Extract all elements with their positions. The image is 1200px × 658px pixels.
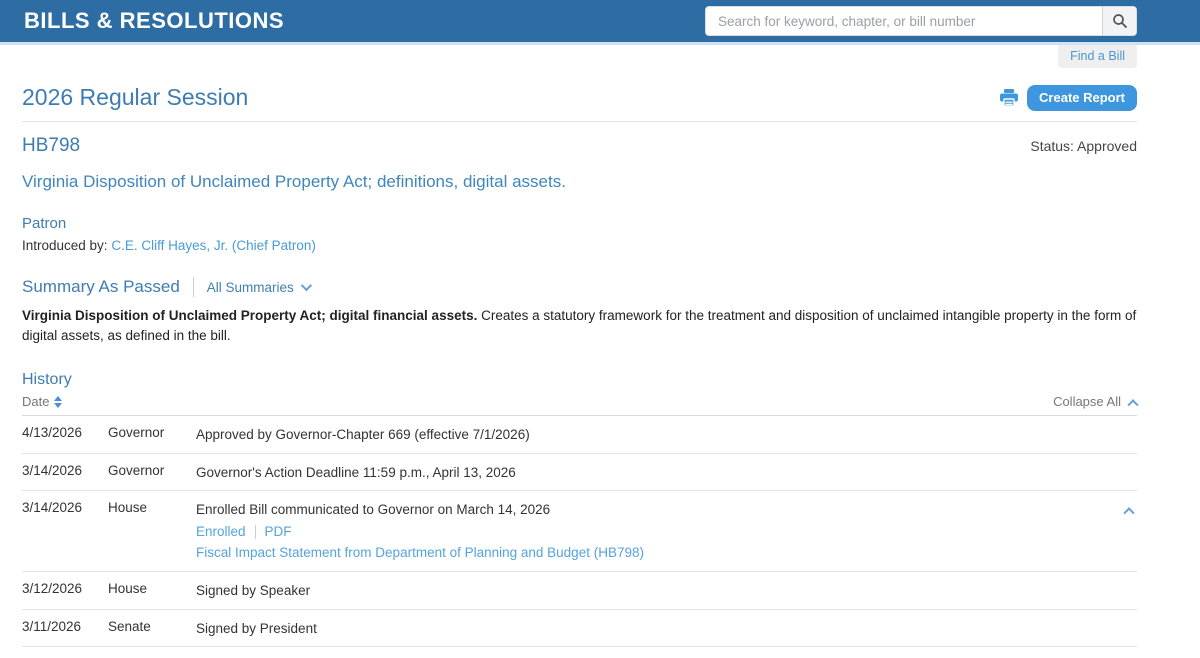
table-row: 3/11/2026 House Fiscal Impact Statement … bbox=[22, 647, 1137, 658]
date-sort-control[interactable]: Date bbox=[22, 394, 62, 409]
collapse-all-label: Collapse All bbox=[1053, 394, 1121, 409]
table-row: 3/11/2026 Senate Signed by President bbox=[22, 610, 1137, 648]
summary-heading: Summary As Passed bbox=[22, 277, 180, 297]
history-chamber: House bbox=[108, 581, 196, 601]
bill-title: Virginia Disposition of Unclaimed Proper… bbox=[22, 172, 1137, 192]
session-header: 2026 Regular Session Create Report bbox=[22, 84, 1137, 122]
history-date: 3/12/2026 bbox=[22, 581, 108, 601]
history-section: History Date Collapse All 4/13/2026 Gove… bbox=[22, 371, 1137, 658]
session-actions: Create Report bbox=[999, 85, 1137, 111]
sort-icon bbox=[54, 396, 62, 408]
table-row: 3/12/2026 House Signed by Speaker bbox=[22, 572, 1137, 610]
table-row: 3/14/2026 House Enrolled Bill communicat… bbox=[22, 491, 1137, 572]
history-rows: 4/13/2026 Governor Approved by Governor-… bbox=[22, 416, 1137, 658]
chevron-up-icon bbox=[1127, 399, 1138, 410]
create-report-button[interactable]: Create Report bbox=[1027, 85, 1137, 111]
collapse-row-icon[interactable] bbox=[1123, 507, 1134, 518]
collapse-all-button[interactable]: Collapse All bbox=[1053, 394, 1137, 409]
find-bill-row: Find a Bill bbox=[0, 45, 1200, 68]
history-description: Governor's Action Deadline 11:59 p.m., A… bbox=[196, 463, 1101, 483]
table-row: 4/13/2026 Governor Approved by Governor-… bbox=[22, 416, 1137, 454]
history-date: 4/13/2026 bbox=[22, 425, 108, 445]
fiscal-impact-link[interactable]: Fiscal Impact Statement from Department … bbox=[196, 543, 1101, 563]
app-header: BILLS & RESOLUTIONS bbox=[0, 0, 1200, 45]
history-chamber: Governor bbox=[108, 463, 196, 483]
chevron-down-icon bbox=[301, 280, 312, 291]
bill-header: HB798 Status: Approved bbox=[22, 135, 1137, 157]
bill-search bbox=[705, 6, 1137, 36]
patron-heading: Patron bbox=[22, 215, 1137, 232]
summary-section: Summary As Passed All Summaries Virginia… bbox=[22, 277, 1137, 345]
page-title: BILLS & RESOLUTIONS bbox=[24, 8, 284, 34]
all-summaries-label: All Summaries bbox=[207, 280, 294, 295]
summary-lead: Virginia Disposition of Unclaimed Proper… bbox=[22, 308, 477, 323]
history-links: Enrolled PDF bbox=[196, 522, 1101, 542]
bill-number: HB798 bbox=[22, 135, 80, 157]
history-controls: Date Collapse All bbox=[22, 394, 1137, 416]
chief-patron-link[interactable]: C.E. Cliff Hayes, Jr. (Chief Patron) bbox=[111, 238, 316, 253]
history-date: 3/14/2026 bbox=[22, 500, 108, 563]
history-chamber: Governor bbox=[108, 425, 196, 445]
table-row: 3/14/2026 Governor Governor's Action Dea… bbox=[22, 454, 1137, 492]
date-sort-label: Date bbox=[22, 394, 49, 409]
search-input[interactable] bbox=[706, 7, 1102, 35]
search-button[interactable] bbox=[1102, 7, 1136, 35]
divider bbox=[193, 277, 194, 297]
doc-link[interactable]: PDF bbox=[265, 522, 292, 542]
history-heading: History bbox=[22, 371, 1137, 389]
history-date: 3/14/2026 bbox=[22, 463, 108, 483]
all-summaries-dropdown[interactable]: All Summaries bbox=[207, 280, 309, 295]
history-description: Approved by Governor-Chapter 669 (effect… bbox=[196, 425, 1101, 445]
history-description: Enrolled Bill communicated to Governor o… bbox=[196, 500, 1101, 520]
history-chamber: House bbox=[108, 500, 196, 563]
history-description: Signed by Speaker bbox=[196, 581, 1101, 601]
introduced-by-label: Introduced by: bbox=[22, 238, 108, 253]
status-badge: Status: Approved bbox=[1030, 138, 1137, 154]
print-icon[interactable] bbox=[999, 89, 1019, 107]
search-icon bbox=[1112, 13, 1128, 29]
main-content: 2026 Regular Session Create Report HB798… bbox=[22, 84, 1137, 658]
divider bbox=[255, 525, 256, 539]
history-chamber: Senate bbox=[108, 619, 196, 639]
history-date: 3/11/2026 bbox=[22, 619, 108, 639]
doc-link[interactable]: Enrolled bbox=[196, 522, 246, 542]
patron-section: Patron Introduced by: C.E. Cliff Hayes, … bbox=[22, 215, 1137, 253]
history-description: Signed by President bbox=[196, 619, 1101, 639]
find-a-bill-button[interactable]: Find a Bill bbox=[1058, 45, 1137, 68]
session-title: 2026 Regular Session bbox=[22, 84, 248, 111]
summary-text: Virginia Disposition of Unclaimed Proper… bbox=[22, 306, 1137, 345]
